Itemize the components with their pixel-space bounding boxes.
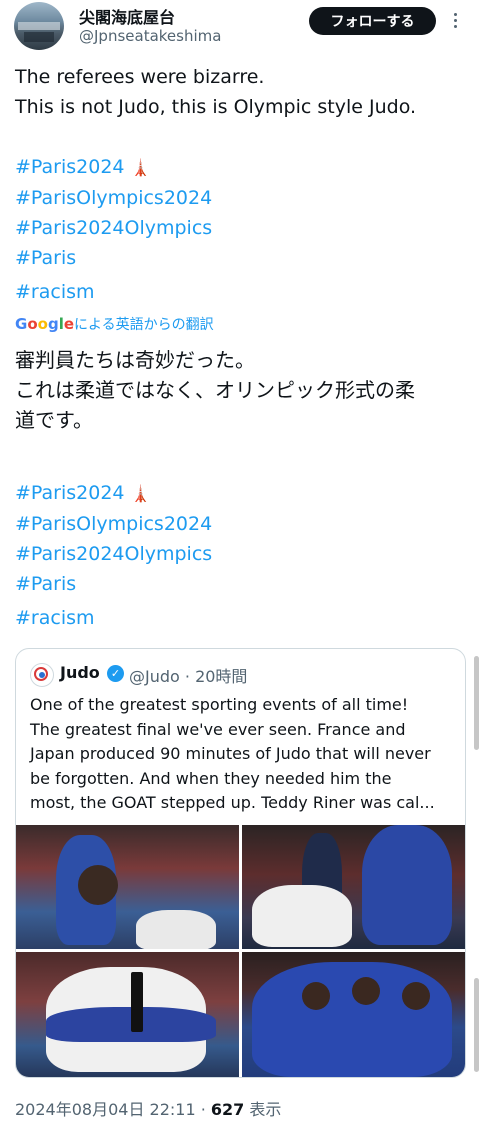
quoted-handle-time: @Judo · 20時間	[129, 667, 248, 686]
views-count: 627	[210, 1100, 245, 1119]
tweet-header: 尖閣海底屋台 @Jpnseatakeshima フォローする	[0, 0, 480, 56]
quoted-avatar[interactable]	[30, 663, 54, 687]
quoted-author-name[interactable]: Judo	[60, 663, 100, 682]
views-label: 表示	[244, 1100, 282, 1119]
quoted-tweet-text: One of the greatest sporting events of a…	[30, 693, 455, 816]
hashtag-link[interactable]: #racism	[15, 277, 470, 307]
tweet-timestamp[interactable]: 2024年08月04日 22:11 · 627 表示	[15, 1096, 281, 1120]
photo-3[interactable]	[16, 952, 239, 1077]
eiffel-tower-icon: 🗼	[130, 158, 151, 177]
avatar[interactable]	[14, 2, 64, 50]
hashtag-link[interactable]: #Paris2024Olympics	[15, 539, 470, 569]
hashtag-link[interactable]: #racism	[15, 603, 470, 633]
eiffel-tower-icon: 🗼	[130, 484, 151, 503]
quoted-line: The greatest final we've ever seen. Fran…	[30, 719, 406, 739]
quoted-line: One of the greatest sporting events of a…	[30, 695, 409, 714]
photo-2[interactable]	[242, 825, 465, 949]
translated-line: 審判員たちは奇妙だった。	[15, 348, 255, 372]
author-handle[interactable]: @Jpnseatakeshima	[79, 27, 221, 45]
quoted-line: most, the GOAT stepped up. Teddy Riner w…	[30, 793, 435, 812]
translation-label: による英語からの翻訳	[74, 317, 214, 333]
media-grid	[16, 825, 465, 1077]
translated-line: 道です。	[15, 408, 93, 432]
verified-badge-icon: ✓	[107, 665, 124, 682]
hashtag-link[interactable]: #ParisOlympics2024	[15, 509, 470, 539]
quoted-tweet[interactable]: Judo ✓ @Judo · 20時間 One of the greatest …	[15, 648, 466, 1078]
hashtag-link[interactable]: #Paris2024	[15, 156, 125, 178]
scrollbar-thumb[interactable]	[474, 978, 479, 1072]
tweet-line: This is not Judo, this is Olympic style …	[15, 96, 417, 118]
translated-hashtags: #Paris2024 🗼 #ParisOlympics2024 #Paris20…	[15, 478, 470, 633]
tweet-line: The referees were bizarre.	[15, 66, 265, 88]
translation-attribution[interactable]: Googleによる英語からの翻訳	[15, 314, 214, 334]
more-options-icon[interactable]	[447, 10, 463, 32]
hashtag-link[interactable]: #ParisOlympics2024	[15, 183, 470, 213]
quoted-line: be forgotten. And when they needed him t…	[30, 768, 392, 788]
hashtag-link[interactable]: #Paris2024	[15, 482, 125, 504]
author-display-name[interactable]: 尖閣海底屋台	[79, 4, 175, 28]
datetime: 2024年08月04日 22:11 ·	[15, 1100, 211, 1119]
translated-text: 審判員たちは奇妙だった。 これは柔道ではなく、オリンピック形式の柔 道です。	[15, 345, 470, 435]
hashtag-link[interactable]: #Paris	[15, 569, 470, 599]
scrollbar-thumb[interactable]	[474, 656, 479, 750]
tweet-text: The referees were bizarre. This is not J…	[15, 62, 470, 307]
follow-button[interactable]: フォローする	[309, 7, 436, 35]
photo-4[interactable]	[242, 952, 465, 1077]
hashtag-link[interactable]: #Paris2024Olympics	[15, 213, 470, 243]
translated-line: これは柔道ではなく、オリンピック形式の柔	[15, 378, 415, 402]
google-logo: Google	[15, 315, 75, 333]
photo-1[interactable]	[16, 825, 239, 949]
hashtag-link[interactable]: #Paris	[15, 243, 470, 273]
quoted-line: Japan produced 90 minutes of Judo that w…	[30, 744, 431, 763]
